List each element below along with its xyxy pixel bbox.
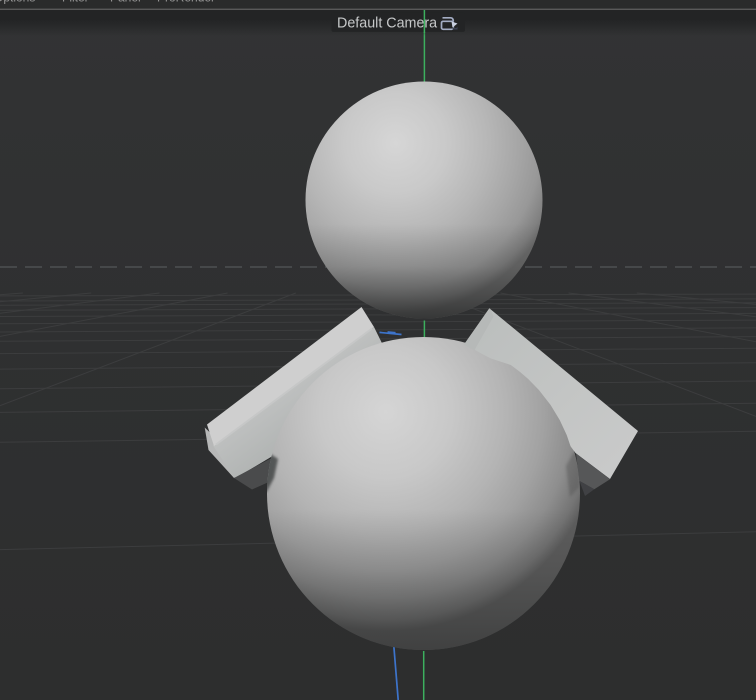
- svg-text:Filter: Filter: [62, 0, 89, 5]
- svg-text:Default Camera: Default Camera: [337, 16, 437, 32]
- svg-text:Panel: Panel: [110, 0, 141, 5]
- svg-text:Options: Options: [0, 0, 35, 5]
- svg-text:ProRender: ProRender: [157, 0, 215, 5]
